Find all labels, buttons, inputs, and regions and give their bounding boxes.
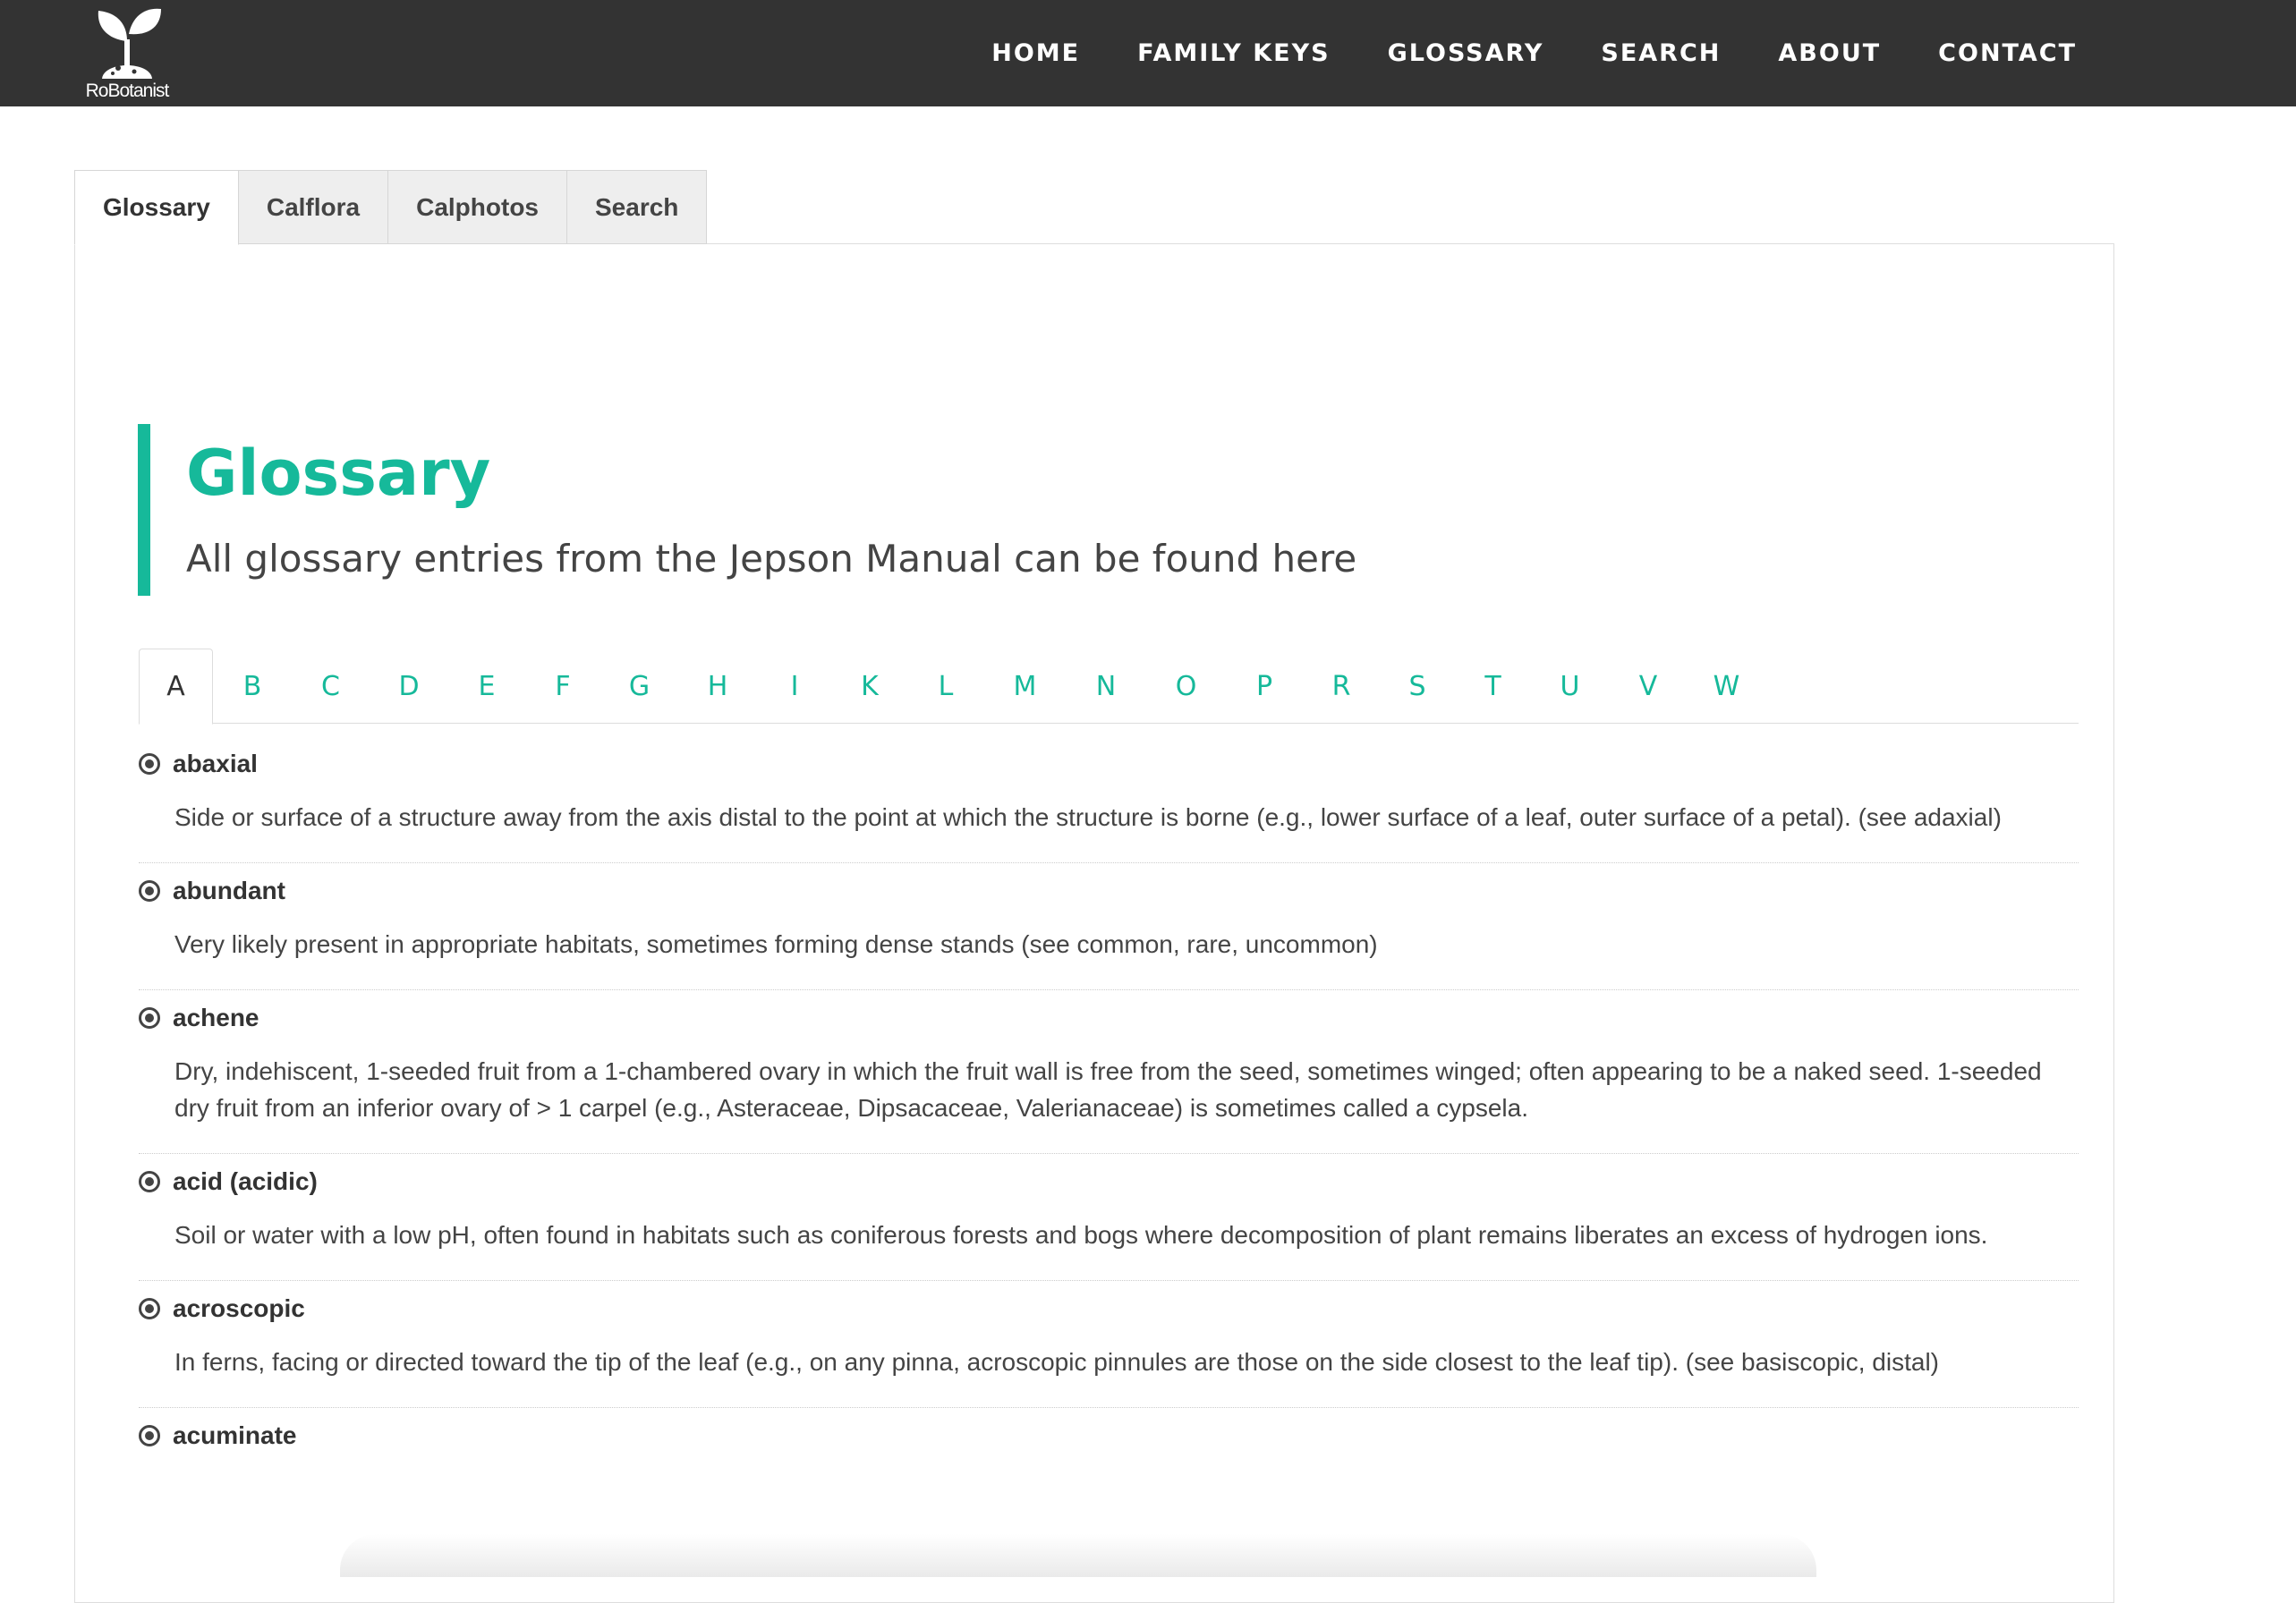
glossary-entry: acid (acidic) Soil or water with a low p… (139, 1154, 2079, 1281)
collapse-circle-icon (139, 753, 160, 775)
entry-term: acuminate (173, 1421, 297, 1449)
entry-term: abaxial (173, 750, 258, 777)
collapse-circle-icon (139, 1298, 160, 1319)
glossary-entry: abaxial Side or surface of a structure a… (139, 736, 2079, 863)
scroll-shadow (340, 1534, 1816, 1577)
letter-tab-v[interactable]: V (1609, 649, 1688, 724)
letter-tab-t[interactable]: T (1455, 649, 1531, 724)
letter-tab-l[interactable]: L (907, 649, 984, 724)
entry-toggle[interactable]: abaxial (139, 736, 2079, 792)
logo-text: RoBotanist (85, 81, 170, 101)
entry-term: achene (173, 1004, 259, 1031)
entry-definition: Dry, indehiscent, 1-seeded fruit from a … (174, 1057, 2042, 1122)
glossary-entry: achene Dry, indehiscent, 1-seeded fruit … (139, 990, 2079, 1154)
top-navbar: RoBotanist HOME FAMILY KEYS GLOSSARY SEA… (0, 0, 2296, 106)
glossary-entries: abaxial Side or surface of a structure a… (139, 736, 2079, 1463)
letter-tab-w[interactable]: W (1688, 649, 1765, 724)
letter-tab-o[interactable]: O (1146, 649, 1226, 724)
glossary-entry: acuminate (139, 1408, 2079, 1463)
letter-tab-e[interactable]: E (448, 649, 525, 724)
nav-family-keys[interactable]: FAMILY KEYS (1109, 39, 1358, 67)
glossary-entry: acroscopic In ferns, facing or directed … (139, 1281, 2079, 1408)
nav-search[interactable]: SEARCH (1572, 39, 1749, 67)
entry-toggle[interactable]: acid (acidic) (139, 1154, 2079, 1209)
nav-home[interactable]: HOME (963, 39, 1109, 67)
entry-toggle[interactable]: achene (139, 990, 2079, 1046)
letter-tab-b[interactable]: B (213, 649, 292, 724)
letter-tab-g[interactable]: G (600, 649, 678, 724)
page-title: Glossary (186, 437, 491, 510)
nav-contact[interactable]: CONTACT (1909, 39, 2105, 67)
letter-tab-a[interactable]: A (139, 649, 213, 725)
entry-toggle[interactable]: abundant (139, 863, 2079, 919)
letter-tab-f[interactable]: F (525, 649, 600, 724)
letter-tab-r[interactable]: R (1303, 649, 1380, 724)
letter-tab-p[interactable]: P (1226, 649, 1303, 724)
collapse-circle-icon (139, 1007, 160, 1029)
entry-term: abundant (173, 877, 285, 904)
tab-glossary[interactable]: Glossary (74, 170, 239, 245)
glossary-entry: abundant Very likely present in appropri… (139, 863, 2079, 990)
main-nav: HOME FAMILY KEYS GLOSSARY SEARCH ABOUT C… (963, 0, 2105, 106)
entry-definition: Very likely present in appropriate habit… (174, 930, 1378, 958)
entry-toggle[interactable]: acroscopic (139, 1281, 2079, 1336)
nav-about[interactable]: ABOUT (1749, 39, 1909, 67)
entry-definition: Side or surface of a structure away from… (174, 803, 2002, 831)
page-subtitle: All glossary entries from the Jepson Man… (186, 537, 1357, 581)
letter-tab-u[interactable]: U (1531, 649, 1609, 724)
letter-tab-s[interactable]: S (1380, 649, 1455, 724)
sprout-logo-icon (98, 8, 161, 79)
letter-tab-m[interactable]: M (984, 649, 1066, 724)
letter-tab-c[interactable]: C (292, 649, 370, 724)
collapse-circle-icon (139, 880, 160, 902)
entry-term: acroscopic (173, 1294, 305, 1322)
tab-calflora[interactable]: Calflora (238, 170, 389, 244)
entry-definition: In ferns, facing or directed toward the … (174, 1348, 1939, 1376)
collapse-circle-icon (139, 1171, 160, 1192)
heading-accent-bar (138, 424, 150, 596)
letter-tab-h[interactable]: H (678, 649, 757, 724)
nav-glossary[interactable]: GLOSSARY (1359, 39, 1573, 67)
outer-tabs: Glossary Calflora Calphotos Search (74, 170, 708, 245)
letter-tab-n[interactable]: N (1066, 649, 1146, 724)
letter-tab-k[interactable]: K (832, 649, 907, 724)
letter-tabs: A B C D E F G H I K L M N O P R S T U V … (139, 649, 2079, 725)
entry-definition: Soil or water with a low pH, often found… (174, 1221, 1988, 1249)
letter-tab-d[interactable]: D (370, 649, 448, 724)
entry-term: acid (acidic) (173, 1167, 318, 1195)
tab-calphotos[interactable]: Calphotos (388, 170, 567, 244)
collapse-circle-icon (139, 1425, 160, 1446)
tab-search[interactable]: Search (567, 170, 708, 244)
logo[interactable]: RoBotanist (72, 4, 183, 104)
entry-toggle[interactable]: acuminate (139, 1408, 2079, 1463)
letter-tab-i[interactable]: I (757, 649, 832, 724)
